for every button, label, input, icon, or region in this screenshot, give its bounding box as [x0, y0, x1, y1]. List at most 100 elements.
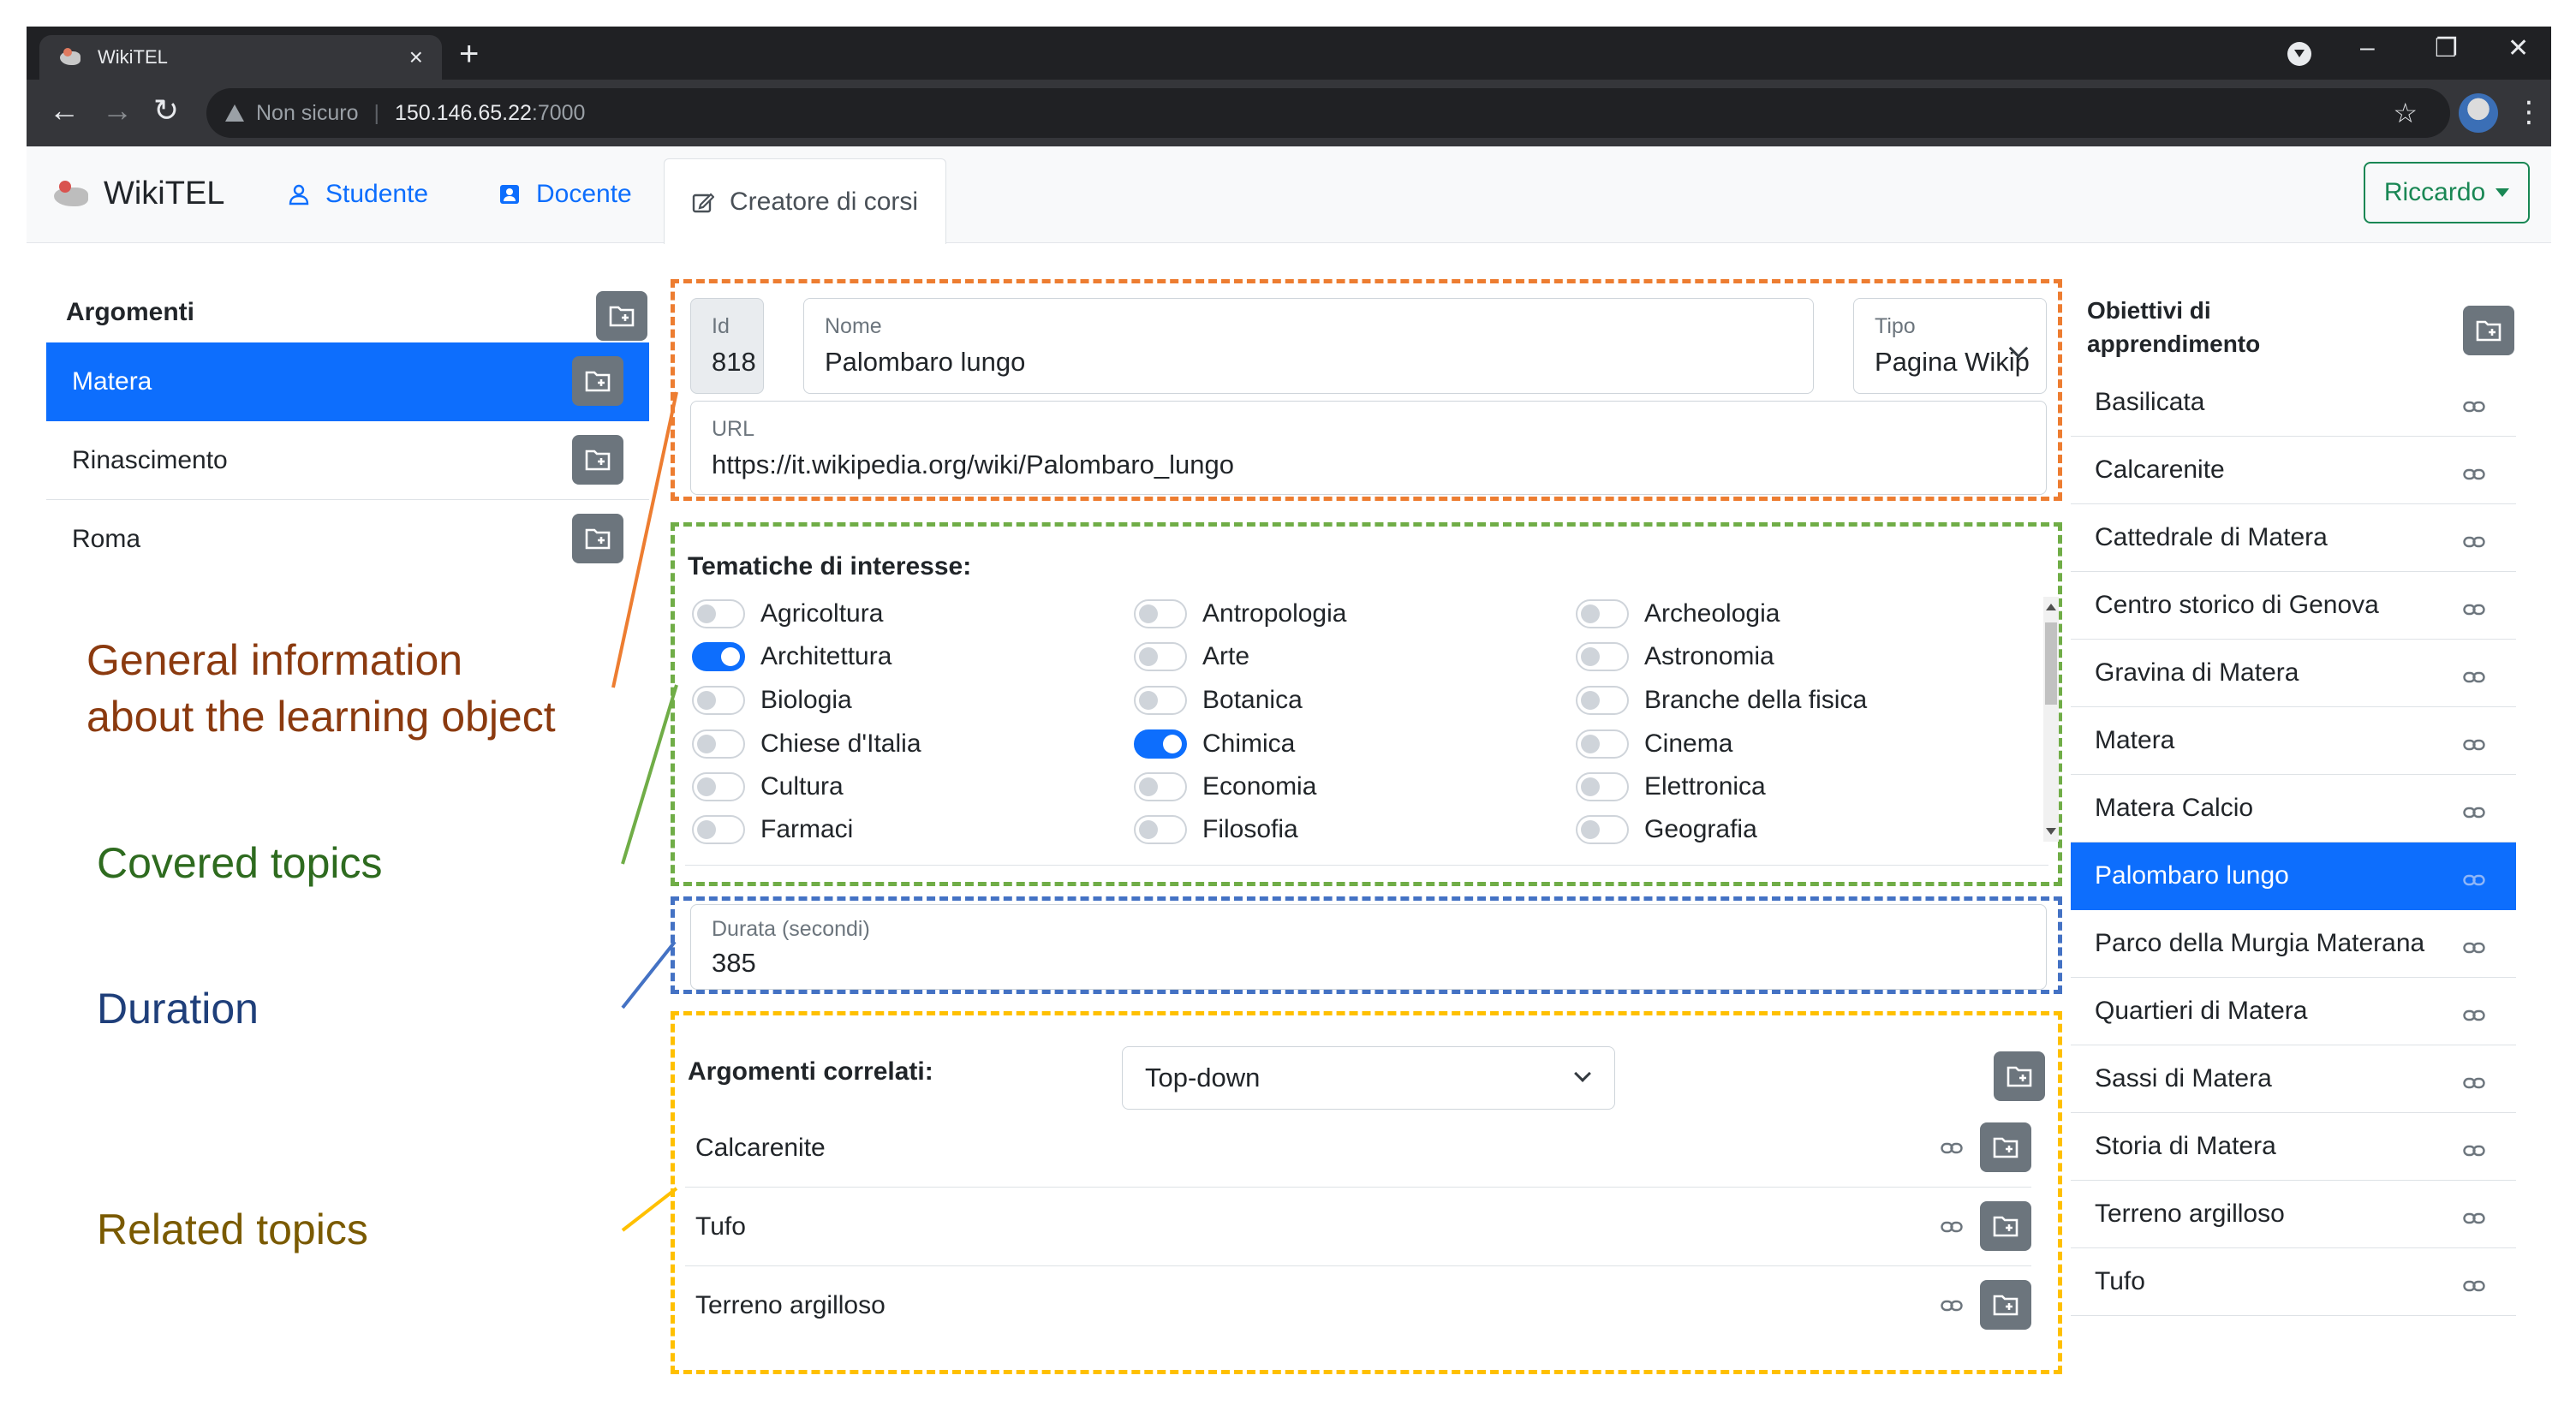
- topic-toggle[interactable]: Geografia: [1576, 809, 1757, 850]
- link-icon[interactable]: [2463, 1137, 2485, 1166]
- toggle-switch[interactable]: [1134, 599, 1187, 628]
- reload-icon[interactable]: ↻: [153, 93, 179, 128]
- toggle-switch[interactable]: [692, 772, 745, 801]
- list-item[interactable]: Cattedrale di Matera: [2071, 504, 2516, 572]
- link-icon[interactable]: [2463, 528, 2485, 557]
- open-folder-button[interactable]: [572, 435, 623, 485]
- topic-toggle[interactable]: Cinema: [1576, 723, 1732, 765]
- topic-toggle[interactable]: Chimica: [1134, 723, 1295, 765]
- list-item[interactable]: Sassi di Matera: [2071, 1045, 2516, 1113]
- scroll-thumb[interactable]: [2045, 622, 2057, 705]
- topic-toggle[interactable]: Economia: [1134, 766, 1316, 807]
- type-select[interactable]: Tipo Pagina Wikip: [1853, 298, 2047, 394]
- toggle-switch[interactable]: [1134, 686, 1187, 715]
- toggle-switch[interactable]: [1134, 729, 1187, 759]
- toggle-switch[interactable]: [692, 599, 745, 628]
- toggle-switch[interactable]: [1134, 815, 1187, 844]
- topics-scrollbar[interactable]: [2043, 597, 2059, 842]
- url-field[interactable]: URL https://it.wikipedia.org/wiki/Palomb…: [690, 401, 2047, 495]
- link-icon[interactable]: [2463, 731, 2485, 760]
- address-bar[interactable]: Non sicuro | 150.146.65.22 :7000 ☆: [206, 88, 2450, 138]
- open-folder-button[interactable]: [572, 514, 623, 563]
- list-item[interactable]: Centro storico di Genova: [2071, 572, 2516, 640]
- topic-toggle[interactable]: Antropologia: [1134, 593, 1346, 634]
- toggle-switch[interactable]: [692, 686, 745, 715]
- topic-toggle[interactable]: Branche della fisica: [1576, 680, 1867, 721]
- toggle-switch[interactable]: [1576, 772, 1629, 801]
- add-argomento-button[interactable]: [596, 291, 647, 341]
- name-field[interactable]: Nome Palombaro lungo: [803, 298, 1814, 394]
- forward-arrow-icon[interactable]: →: [102, 93, 133, 128]
- link-icon[interactable]: [2463, 1002, 2485, 1031]
- open-folder-button[interactable]: [572, 356, 623, 406]
- topic-toggle[interactable]: Botanica: [1134, 680, 1303, 721]
- link-icon[interactable]: [2463, 596, 2485, 625]
- bookmark-star-icon[interactable]: ☆: [2393, 97, 2418, 129]
- list-item[interactable]: Rinascimento: [46, 421, 649, 500]
- related-mode-select[interactable]: Top-down: [1122, 1046, 1615, 1110]
- toggle-switch[interactable]: [1576, 599, 1629, 628]
- user-dropdown-button[interactable]: Riccardo: [2364, 162, 2530, 223]
- toggle-switch[interactable]: [1576, 686, 1629, 715]
- list-item[interactable]: Matera Calcio: [2071, 775, 2516, 842]
- topic-toggle[interactable]: Elettronica: [1576, 766, 1766, 807]
- nav-docente[interactable]: Docente: [498, 172, 632, 217]
- link-icon[interactable]: [2463, 664, 2485, 693]
- link-icon[interactable]: [2463, 1205, 2485, 1234]
- link-icon[interactable]: [2463, 934, 2485, 963]
- list-item[interactable]: Calcarenite: [685, 1109, 2031, 1188]
- list-item[interactable]: Quartieri di Matera: [2071, 978, 2516, 1045]
- duration-field[interactable]: Durata (secondi) 385: [690, 904, 2047, 990]
- toggle-switch[interactable]: [1576, 815, 1629, 844]
- nav-studente[interactable]: Studente: [288, 172, 428, 217]
- topic-toggle[interactable]: Arte: [1134, 636, 1249, 677]
- tab-search-icon[interactable]: [2287, 42, 2311, 66]
- new-tab-button[interactable]: +: [459, 37, 479, 71]
- list-item[interactable]: Terreno argilloso: [2071, 1181, 2516, 1248]
- browser-tab[interactable]: WikiTEL ×: [39, 35, 442, 80]
- toggle-switch[interactable]: [1134, 772, 1187, 801]
- brand[interactable]: WikiTEL: [51, 176, 224, 212]
- profile-avatar[interactable]: [2459, 93, 2498, 133]
- topic-toggle[interactable]: Agricoltura: [692, 593, 883, 634]
- topic-toggle[interactable]: Chiese d'Italia: [692, 723, 921, 765]
- link-icon[interactable]: [1941, 1134, 1963, 1164]
- topic-toggle[interactable]: Archeologia: [1576, 593, 1780, 634]
- close-window-button[interactable]: ✕: [2507, 33, 2529, 63]
- list-item[interactable]: Parco della Murgia Materana: [2071, 910, 2516, 978]
- toggle-switch[interactable]: [692, 815, 745, 844]
- link-icon[interactable]: [1941, 1292, 1963, 1321]
- list-item[interactable]: Basilicata: [2071, 369, 2516, 437]
- add-objective-button[interactable]: [2463, 306, 2514, 355]
- tab-close-icon[interactable]: ×: [409, 44, 423, 71]
- toggle-switch[interactable]: [692, 642, 745, 671]
- open-folder-button[interactable]: [1980, 1122, 2031, 1172]
- link-icon[interactable]: [2463, 461, 2485, 490]
- topic-toggle[interactable]: Farmaci: [692, 809, 853, 850]
- open-folder-button[interactable]: [1980, 1280, 2031, 1330]
- topic-toggle[interactable]: Architettura: [692, 636, 891, 677]
- list-item[interactable]: Storia di Matera: [2071, 1113, 2516, 1181]
- list-item[interactable]: Matera: [46, 342, 649, 421]
- toggle-switch[interactable]: [1134, 642, 1187, 671]
- link-icon[interactable]: [2463, 393, 2485, 422]
- list-item[interactable]: Tufo: [685, 1188, 2031, 1266]
- link-icon[interactable]: [2463, 1069, 2485, 1098]
- list-item[interactable]: Matera: [2071, 707, 2516, 775]
- list-item[interactable]: Tufo: [2071, 1248, 2516, 1316]
- list-item[interactable]: Gravina di Matera: [2071, 640, 2516, 707]
- link-icon[interactable]: [2463, 866, 2485, 896]
- link-icon[interactable]: [2463, 1272, 2485, 1301]
- list-item[interactable]: Calcarenite: [2071, 437, 2516, 504]
- nav-creatore-di-corsi[interactable]: Creatore di corsi: [664, 158, 947, 244]
- restore-button[interactable]: ❐: [2435, 33, 2458, 63]
- list-item[interactable]: Roma: [46, 500, 649, 579]
- list-item[interactable]: Terreno argilloso: [685, 1266, 2031, 1345]
- link-icon[interactable]: [1941, 1213, 1963, 1242]
- list-item[interactable]: Palombaro lungo: [2071, 842, 2516, 910]
- minimize-button[interactable]: –: [2360, 33, 2375, 63]
- topic-toggle[interactable]: Astronomia: [1576, 636, 1774, 677]
- back-arrow-icon[interactable]: ←: [49, 93, 80, 128]
- add-related-button[interactable]: [1994, 1051, 2045, 1101]
- topic-toggle[interactable]: Biologia: [692, 680, 852, 721]
